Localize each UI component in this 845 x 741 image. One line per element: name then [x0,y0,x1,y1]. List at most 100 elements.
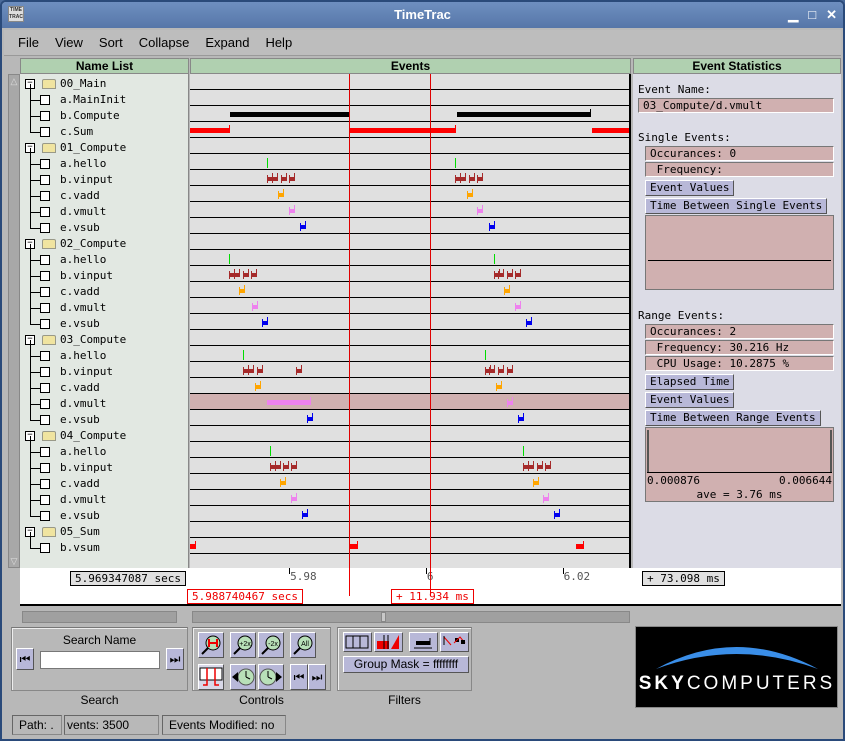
flag-event[interactable] [302,509,309,519]
event-row[interactable] [190,186,629,202]
event-row[interactable] [190,458,629,474]
checkbox[interactable] [40,255,50,265]
tree-item[interactable]: b.vinput [20,164,189,188]
single-event-tick[interactable] [484,350,486,360]
menu-sort[interactable]: Sort [99,35,123,50]
tree-item[interactable]: c.vadd [20,180,189,204]
flag-event[interactable] [248,365,255,375]
cursor-mode-button[interactable] [198,664,224,690]
checkbox[interactable] [40,367,50,377]
range-event[interactable] [348,128,456,133]
range-event-values-button[interactable]: Event Values [645,392,735,408]
checkbox[interactable] [40,175,50,185]
time-cursor-1[interactable] [348,74,350,568]
flag-event[interactable] [257,365,263,375]
single-event-tick[interactable] [269,446,271,456]
flag-event[interactable] [295,365,302,375]
flag-event[interactable] [527,461,534,471]
single-event-tick[interactable] [243,350,245,360]
tree-item[interactable]: c.vadd [20,372,189,396]
scroll-up-icon[interactable]: △ [9,75,19,87]
event-row[interactable] [190,282,629,298]
search-next-button[interactable]: ⏭ [166,648,184,670]
flag-event[interactable] [515,301,522,311]
search-prev-button[interactable]: ⏮ [16,648,34,670]
search-input[interactable] [40,651,160,669]
range-event[interactable] [229,112,350,117]
checkbox[interactable] [40,463,50,473]
event-row[interactable] [190,90,629,106]
name-list-hscroll[interactable] [22,611,177,623]
event-row[interactable] [190,202,629,218]
flag-event[interactable] [250,269,257,279]
flag-event[interactable] [306,413,313,423]
tree-item[interactable]: d.vmult [20,388,189,412]
checkbox[interactable] [40,479,50,489]
tree-item[interactable]: c.vadd [20,276,189,300]
event-row[interactable] [190,346,629,362]
checkbox[interactable] [40,127,50,137]
tree-group[interactable]: −05_Sum [20,524,189,540]
filter-histogram-button[interactable] [374,632,403,652]
flag-event[interactable] [477,205,484,215]
checkbox[interactable] [40,95,50,105]
event-row[interactable] [190,170,629,186]
jump-first-button[interactable]: ⏮ [290,664,308,690]
minimize-icon[interactable]: ▁ [788,2,798,28]
event-row[interactable] [190,522,629,538]
menu-collapse[interactable]: Collapse [139,35,190,50]
range-event[interactable] [456,112,592,117]
checkbox[interactable] [40,207,50,217]
zoom-to-range-button[interactable] [198,632,224,658]
checkbox[interactable] [40,447,50,457]
time-forward-button[interactable] [258,664,284,690]
tree-group[interactable]: −03_Compute [20,332,189,348]
flag-event[interactable] [280,477,287,487]
menu-file[interactable]: File [18,35,39,50]
checkbox[interactable] [40,287,50,297]
checkbox[interactable] [40,399,50,409]
name-list-scrollbar[interactable]: △ ▽ [8,74,20,568]
event-row[interactable] [190,538,629,554]
checkbox[interactable] [40,319,50,329]
tree-item[interactable]: d.vmult [20,292,189,316]
events-hscroll[interactable] [192,611,630,623]
flag-event[interactable] [261,317,268,327]
tree-item[interactable]: e.vsub [20,212,189,236]
flag-event[interactable] [300,221,307,231]
flag-event[interactable] [544,461,551,471]
tree-item[interactable]: b.vinput [20,260,189,284]
group-mask-button[interactable]: Group Mask = ffffffff [343,656,469,673]
checkbox[interactable] [40,159,50,169]
tree-item[interactable]: e.vsub [20,308,189,332]
tree-item[interactable]: d.vmult [20,484,189,508]
single-event-tick[interactable] [455,158,457,168]
flag-event[interactable] [477,173,484,183]
flag-event[interactable] [542,493,549,503]
tree-item[interactable]: e.vsub [20,404,189,428]
checkbox[interactable] [40,383,50,393]
elapsed-time-button[interactable]: Elapsed Time [645,374,735,390]
single-event-values-button[interactable]: Event Values [645,180,735,196]
event-row[interactable] [190,314,629,330]
flag-event[interactable] [489,365,496,375]
flag-event[interactable] [498,269,505,279]
event-row[interactable] [190,410,629,426]
tree-group[interactable]: −01_Compute [20,140,189,156]
event-row[interactable] [190,490,629,506]
event-row[interactable] [190,474,629,490]
event-row[interactable] [190,234,629,250]
flag-event[interactable] [498,365,505,375]
flag-event[interactable] [291,493,298,503]
events-panel[interactable] [190,74,631,568]
flag-event[interactable] [553,509,560,519]
flag-event[interactable] [291,461,298,471]
time-cursor-2[interactable] [430,74,432,568]
zoom-out-2x-button[interactable]: -2x [258,632,284,658]
maximize-icon[interactable]: □ [808,2,816,28]
flag-event[interactable] [517,413,524,423]
time-between-range-events-button[interactable]: Time Between Range Events [645,410,821,426]
flag-event[interactable] [289,173,296,183]
range-event[interactable] [266,400,311,405]
flag-event[interactable] [506,269,513,279]
